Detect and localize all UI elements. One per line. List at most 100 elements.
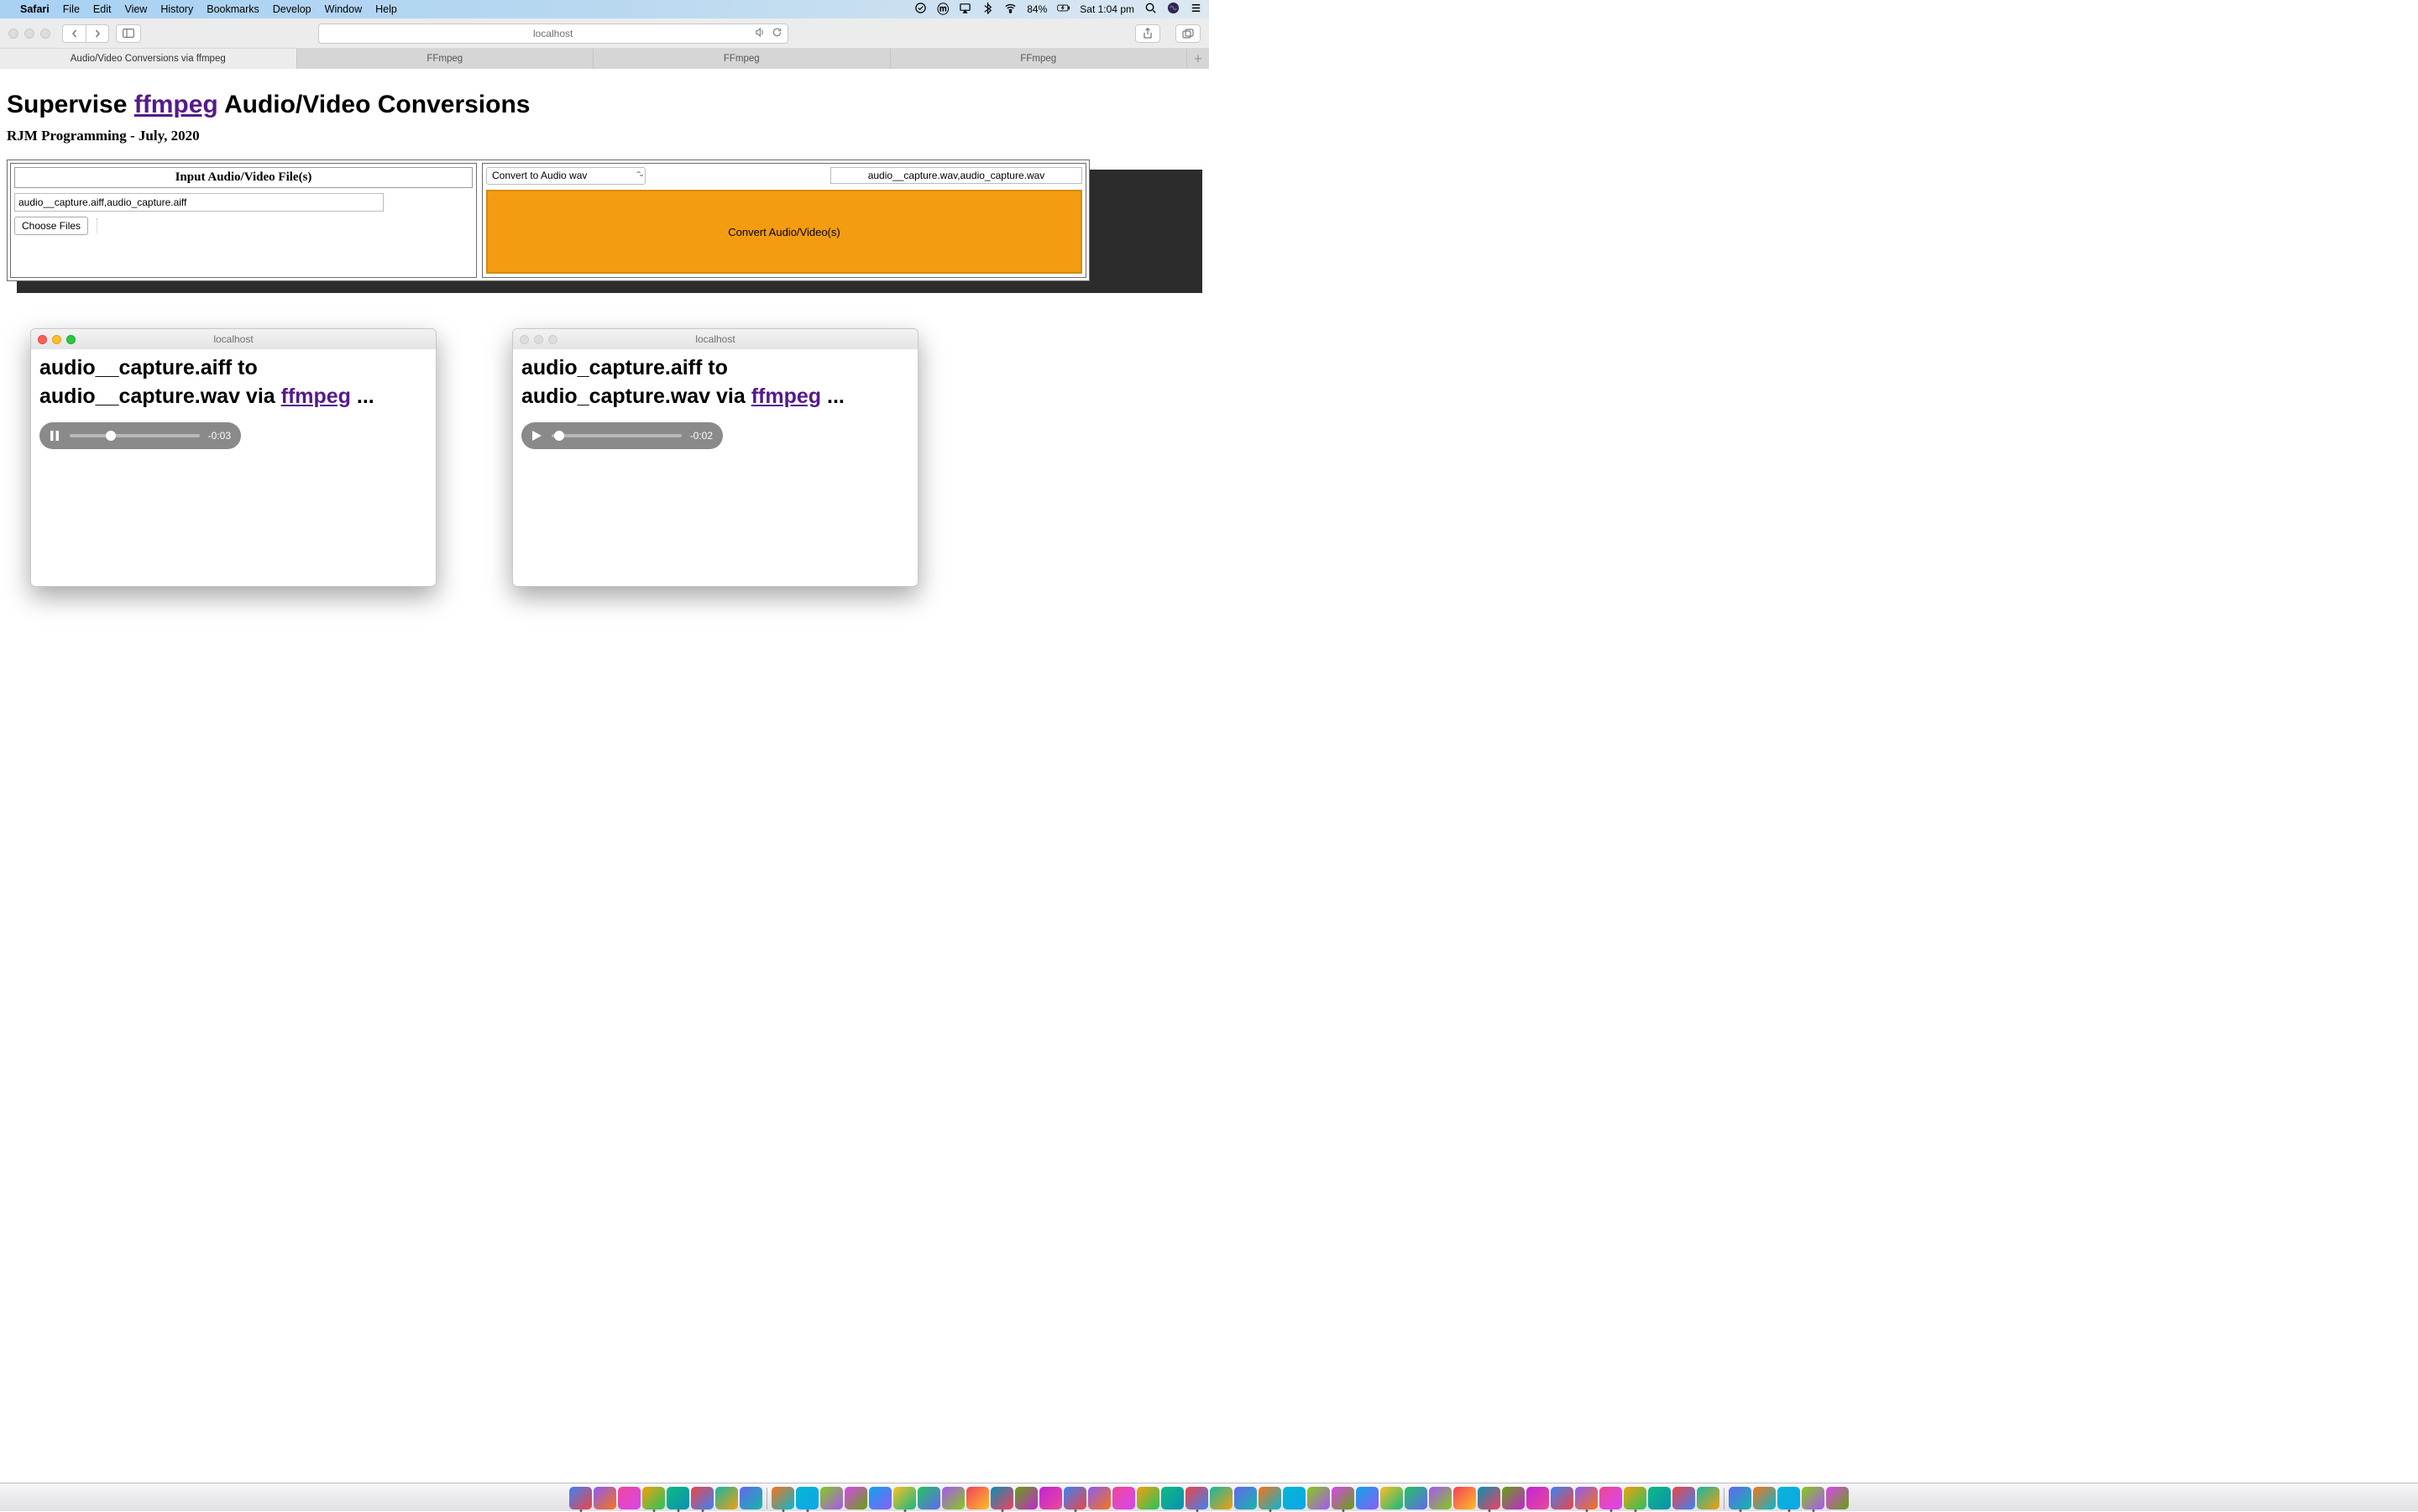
minimize-window-button[interactable]: [24, 29, 34, 39]
popup-1-zoom-icon[interactable]: [66, 335, 76, 344]
show-tabs-button[interactable]: [1175, 24, 1201, 43]
menu-history[interactable]: History: [160, 3, 193, 15]
popup-1-audio-player[interactable]: -0:03: [39, 422, 241, 449]
battery-percent[interactable]: 84%: [1027, 3, 1047, 15]
dock-app-34[interactable]: [1405, 1487, 1427, 1509]
menu-bookmarks[interactable]: Bookmarks: [207, 3, 259, 15]
popup-2-track[interactable]: [552, 434, 682, 437]
new-tab-button[interactable]: ＋: [1187, 49, 1209, 69]
popup-2-ffmpeg-link[interactable]: ffmpeg: [751, 385, 821, 408]
macos-dock[interactable]: [0, 1483, 2418, 1511]
dock-app-43[interactable]: [1624, 1487, 1646, 1509]
dock-app-14[interactable]: [918, 1487, 940, 1509]
tab-ffmpeg-3[interactable]: FFmpeg: [891, 49, 1188, 69]
dock-app-31[interactable]: [1332, 1487, 1354, 1509]
close-window-button[interactable]: [8, 29, 18, 39]
forward-button[interactable]: [86, 24, 109, 43]
popup-2-titlebar[interactable]: localhost: [513, 329, 918, 349]
wifi-icon[interactable]: [1004, 2, 1017, 17]
dock-app-33[interactable]: [1380, 1487, 1403, 1509]
dock-app-25[interactable]: [1185, 1487, 1208, 1509]
menu-file[interactable]: File: [63, 3, 80, 15]
dock-app-15[interactable]: [942, 1487, 965, 1509]
popup-1-close-icon[interactable]: [38, 335, 47, 344]
dock-app-30[interactable]: [1307, 1487, 1330, 1509]
dock-app-9[interactable]: [796, 1487, 819, 1509]
dock-app-4[interactable]: [667, 1487, 689, 1509]
popup-2-close-icon[interactable]: [520, 335, 529, 344]
dock-app-5[interactable]: [691, 1487, 714, 1509]
spotlight-icon[interactable]: [1144, 2, 1157, 17]
dock-app-3[interactable]: [642, 1487, 665, 1509]
menu-edit[interactable]: Edit: [93, 3, 112, 15]
dock-app-44[interactable]: [1648, 1487, 1671, 1509]
siri-icon[interactable]: [1167, 2, 1180, 17]
popup-2-audio-player[interactable]: -0:02: [521, 422, 723, 449]
notification-center-icon[interactable]: [1190, 2, 1202, 17]
popup-1-min-icon[interactable]: [52, 335, 61, 344]
reader-audio-icon[interactable]: [754, 27, 765, 40]
dock-app-27[interactable]: [1234, 1487, 1257, 1509]
menu-view[interactable]: View: [124, 3, 147, 15]
dock-app-38[interactable]: [1502, 1487, 1525, 1509]
dock-app-1[interactable]: [594, 1487, 616, 1509]
dock-app-42[interactable]: [1599, 1487, 1622, 1509]
dock-app-37[interactable]: [1478, 1487, 1500, 1509]
malwarebytes-icon[interactable]: ⓜ: [937, 1, 949, 18]
dock-app-28[interactable]: [1259, 1487, 1281, 1509]
dock-app-17[interactable]: [991, 1487, 1013, 1509]
menu-develop[interactable]: Develop: [273, 3, 311, 15]
dock-app-18[interactable]: [1015, 1487, 1038, 1509]
menu-help[interactable]: Help: [375, 3, 397, 15]
avast-icon[interactable]: [914, 2, 927, 17]
share-button[interactable]: [1135, 24, 1160, 43]
dock-app-0[interactable]: [569, 1487, 592, 1509]
battery-icon[interactable]: [1057, 2, 1070, 17]
popup-1-track[interactable]: [70, 434, 200, 437]
dock-app-13[interactable]: [893, 1487, 916, 1509]
tab-audio-video-conversions[interactable]: Audio/Video Conversions via ffmpeg: [0, 49, 297, 69]
dock-app-2[interactable]: [618, 1487, 641, 1509]
zoom-window-button[interactable]: [40, 29, 50, 39]
dock-app-29[interactable]: [1283, 1487, 1306, 1509]
dock-app-39[interactable]: [1526, 1487, 1549, 1509]
popup-1-ffmpeg-link[interactable]: ffmpeg: [281, 385, 351, 408]
menu-window[interactable]: Window: [325, 3, 362, 15]
dock-app-47[interactable]: [1729, 1487, 1751, 1509]
dock-app-32[interactable]: [1356, 1487, 1379, 1509]
dock-app-7[interactable]: [740, 1487, 762, 1509]
dock-app-40[interactable]: [1551, 1487, 1573, 1509]
convert-button[interactable]: Convert Audio/Video(s): [486, 190, 1082, 274]
dock-app-46[interactable]: [1697, 1487, 1719, 1509]
input-files-field[interactable]: [14, 193, 384, 212]
dock-app-16[interactable]: [966, 1487, 989, 1509]
address-bar[interactable]: localhost: [318, 24, 788, 44]
dock-app-36[interactable]: [1453, 1487, 1476, 1509]
tab-ffmpeg-1[interactable]: FFmpeg: [297, 49, 594, 69]
output-files-field[interactable]: [830, 167, 1082, 184]
dock-app-48[interactable]: [1753, 1487, 1776, 1509]
dock-app-6[interactable]: [715, 1487, 738, 1509]
ffmpeg-link[interactable]: ffmpeg: [134, 91, 218, 118]
menu-app-name[interactable]: Safari: [20, 3, 50, 15]
popup-2-zoom-icon[interactable]: [548, 335, 557, 344]
airplay-icon[interactable]: [959, 2, 971, 17]
dock-app-41[interactable]: [1575, 1487, 1598, 1509]
popup-1-titlebar[interactable]: localhost: [31, 329, 436, 349]
pause-icon[interactable]: [50, 430, 61, 442]
dock-app-49[interactable]: [1777, 1487, 1800, 1509]
menu-clock[interactable]: Sat 1:04 pm: [1080, 3, 1134, 15]
choose-files-button[interactable]: Choose Files: [14, 217, 88, 235]
dock-app-21[interactable]: [1088, 1487, 1111, 1509]
dock-app-11[interactable]: [845, 1487, 867, 1509]
dock-app-35[interactable]: [1429, 1487, 1452, 1509]
dock-app-24[interactable]: [1161, 1487, 1184, 1509]
sidebar-toggle-button[interactable]: [116, 24, 141, 43]
bluetooth-icon[interactable]: [981, 2, 994, 17]
reload-icon[interactable]: [772, 27, 782, 40]
dock-app-8[interactable]: [772, 1487, 794, 1509]
popup-2-min-icon[interactable]: [534, 335, 543, 344]
dock-app-22[interactable]: [1112, 1487, 1135, 1509]
dock-app-51[interactable]: [1826, 1487, 1849, 1509]
back-button[interactable]: [62, 24, 86, 43]
